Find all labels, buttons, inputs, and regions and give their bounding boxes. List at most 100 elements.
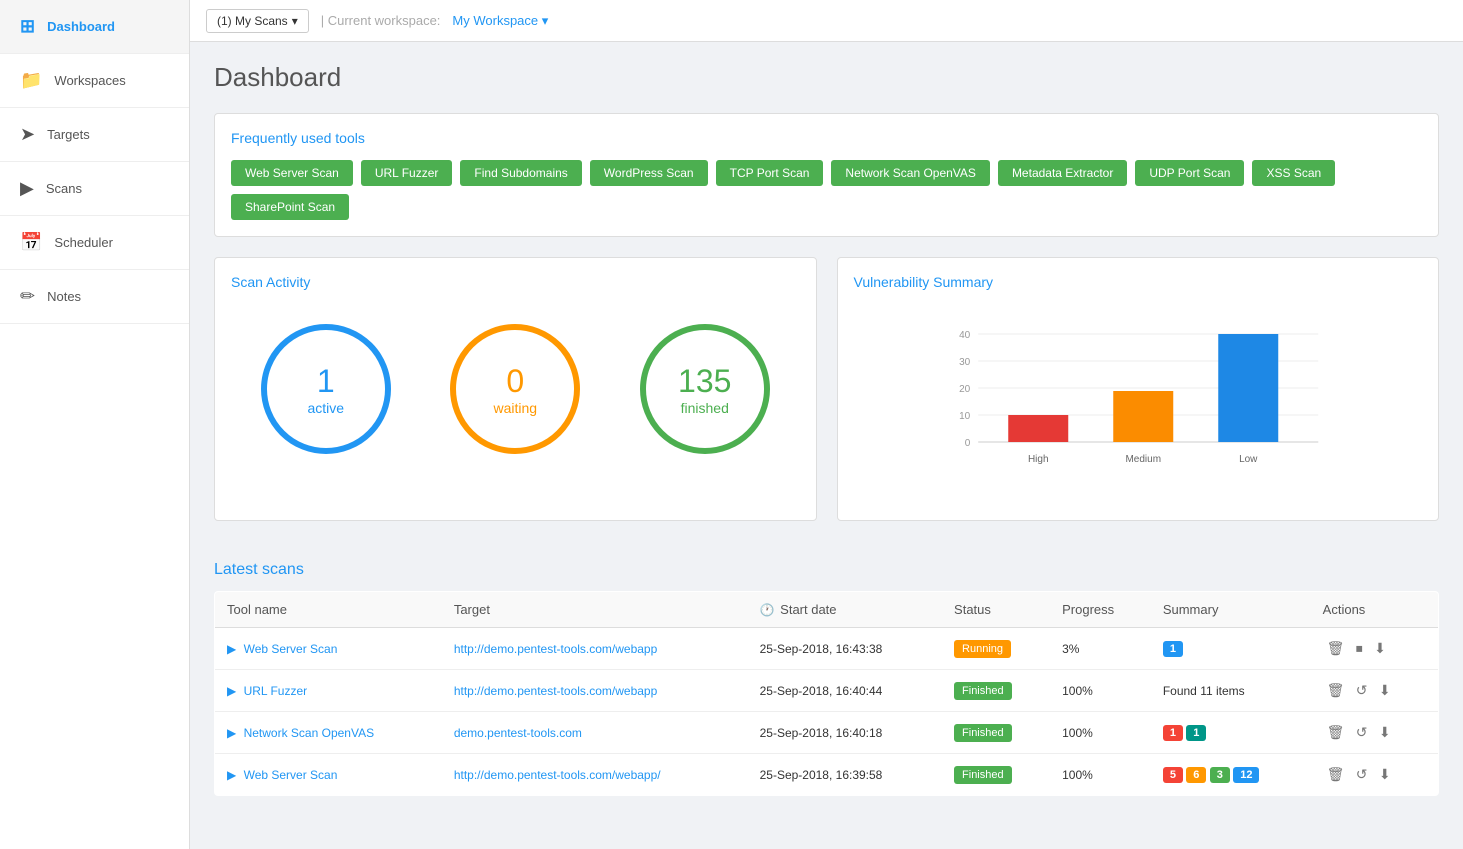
restart-button[interactable]: ↺ xyxy=(1352,764,1372,785)
target-link[interactable]: http://demo.pentest-tools.com/webapp xyxy=(454,642,657,656)
delete-button[interactable]: 🗑 xyxy=(1323,764,1349,785)
workspace-dropdown-icon: ▾ xyxy=(542,13,549,28)
svg-text:40: 40 xyxy=(959,330,971,341)
play-icon: ▶ xyxy=(227,684,236,698)
start-date-cell: 25-Sep-2018, 16:39:58 xyxy=(748,754,942,796)
tool-button-url-fuzzer[interactable]: URL Fuzzer xyxy=(361,160,453,186)
workspaces-icon: 📁 xyxy=(20,70,42,91)
frequently-used-card: Frequently used tools Web Server ScanURL… xyxy=(214,113,1439,237)
active-circle: 1 active xyxy=(261,324,391,454)
col-tool: Tool name xyxy=(215,592,442,628)
download-button[interactable]: ⬇ xyxy=(1375,680,1395,701)
waiting-circle: 0 waiting xyxy=(450,324,580,454)
download-button[interactable]: ⬇ xyxy=(1370,638,1390,659)
tool-link[interactable]: Web Server Scan xyxy=(244,642,338,656)
col-status: Status xyxy=(942,592,1050,628)
start-date-cell: 25-Sep-2018, 16:40:44 xyxy=(748,670,942,712)
tool-button-xss-scan[interactable]: XSS Scan xyxy=(1252,160,1335,186)
finished-circle-wrap: 135 finished xyxy=(640,324,770,454)
play-icon: ▶ xyxy=(227,768,236,782)
scans-table-head: Tool name Target 🕐 Start date Status Pro… xyxy=(215,592,1439,628)
dashboard-icon: ⊞ xyxy=(20,16,35,37)
status-cell: Finished xyxy=(942,712,1050,754)
sidebar-label-dashboard: Dashboard xyxy=(47,19,115,34)
table-row: ▶ Web Server Scan http://demo.pentest-to… xyxy=(215,628,1439,670)
sidebar-label-scans: Scans xyxy=(46,181,82,196)
scans-table: Tool name Target 🕐 Start date Status Pro… xyxy=(214,591,1439,796)
medium-bar xyxy=(1113,391,1173,442)
tool-link[interactable]: Web Server Scan xyxy=(244,768,338,782)
targets-icon: ➤ xyxy=(20,124,35,145)
target-link[interactable]: http://demo.pentest-tools.com/webapp/ xyxy=(454,768,661,782)
tool-link[interactable]: URL Fuzzer xyxy=(244,684,308,698)
svg-text:20: 20 xyxy=(959,384,971,395)
status-badge: Running xyxy=(954,640,1011,658)
tool-button-web-server-scan[interactable]: Web Server Scan xyxy=(231,160,353,186)
summary-badge: 1 xyxy=(1163,641,1183,657)
workspace-link[interactable]: My Workspace ▾ xyxy=(452,13,548,29)
status-cell: Running xyxy=(942,628,1050,670)
tool-button-tcp-port-scan[interactable]: TCP Port Scan xyxy=(716,160,824,186)
status-badge: Finished xyxy=(954,724,1012,742)
sidebar-item-workspaces[interactable]: 📁 Workspaces xyxy=(0,54,189,108)
target-link[interactable]: http://demo.pentest-tools.com/webapp xyxy=(454,684,657,698)
svg-text:Low: Low xyxy=(1239,454,1258,465)
delete-button[interactable]: 🗑 xyxy=(1323,638,1349,659)
col-target: Target xyxy=(442,592,748,628)
status-badge: Finished xyxy=(954,682,1012,700)
scans-icon: ▶ xyxy=(20,178,34,199)
my-scans-label: (1) My Scans xyxy=(217,14,288,28)
waiting-circle-wrap: 0 waiting xyxy=(450,324,580,454)
download-button[interactable]: ⬇ xyxy=(1375,764,1395,785)
bar-chart: 40 30 20 10 0 High Medium xyxy=(874,314,1403,494)
sidebar-item-dashboard[interactable]: ⊞ Dashboard xyxy=(0,0,189,54)
sidebar-label-workspaces: Workspaces xyxy=(54,73,125,88)
sidebar-item-scans[interactable]: ▶ Scans xyxy=(0,162,189,216)
sidebar-item-notes[interactable]: ✏ Notes xyxy=(0,270,189,324)
svg-text:30: 30 xyxy=(959,357,971,368)
tool-button-metadata-extractor[interactable]: Metadata Extractor xyxy=(998,160,1127,186)
actions-cell: 🗑 ↺ ⬇ xyxy=(1311,712,1439,754)
summary-cell: Found 11 items xyxy=(1151,670,1311,712)
col-date: 🕐 Start date xyxy=(748,592,942,628)
start-date-cell: 25-Sep-2018, 16:40:18 xyxy=(748,712,942,754)
stop-button[interactable]: ⏹ xyxy=(1352,638,1367,659)
target-cell: demo.pentest-tools.com xyxy=(442,712,748,754)
tool-link[interactable]: Network Scan OpenVAS xyxy=(244,726,375,740)
vulnerability-summary-card: Vulnerability Summary 40 30 20 10 0 xyxy=(837,257,1440,521)
tool-button-network-scan-openvas[interactable]: Network Scan OpenVAS xyxy=(831,160,990,186)
svg-text:Medium: Medium xyxy=(1125,454,1161,465)
active-label: active xyxy=(307,400,344,416)
delete-button[interactable]: 🗑 xyxy=(1323,722,1349,743)
my-scans-button[interactable]: (1) My Scans ▾ xyxy=(206,9,309,33)
vuln-summary-title: Vulnerability Summary xyxy=(854,274,1423,290)
main-area: (1) My Scans ▾ | Current workspace: My W… xyxy=(190,0,1463,849)
progress-cell: 100% xyxy=(1050,754,1151,796)
sidebar: ⊞ Dashboard 📁 Workspaces ➤ Targets ▶ Sca… xyxy=(0,0,190,849)
status-badge: Finished xyxy=(954,766,1012,784)
status-cell: Finished xyxy=(942,754,1050,796)
sidebar-item-scheduler[interactable]: 📅 Scheduler xyxy=(0,216,189,270)
delete-button[interactable]: 🗑 xyxy=(1323,680,1349,701)
sidebar-label-notes: Notes xyxy=(47,289,81,304)
summary-badge: 6 xyxy=(1186,767,1206,783)
tool-name: ▶ Network Scan OpenVAS xyxy=(215,712,442,754)
download-button[interactable]: ⬇ xyxy=(1375,722,1395,743)
tool-button-sharepoint-scan[interactable]: SharePoint Scan xyxy=(231,194,349,220)
target-link[interactable]: demo.pentest-tools.com xyxy=(454,726,582,740)
tool-button-udp-port-scan[interactable]: UDP Port Scan xyxy=(1135,160,1244,186)
restart-button[interactable]: ↺ xyxy=(1352,680,1372,701)
tool-button-find-subdomains[interactable]: Find Subdomains xyxy=(460,160,581,186)
waiting-count: 0 xyxy=(506,363,524,400)
sidebar-item-targets[interactable]: ➤ Targets xyxy=(0,108,189,162)
progress-cell: 3% xyxy=(1050,628,1151,670)
progress-cell: 100% xyxy=(1050,712,1151,754)
tool-name: ▶ Web Server Scan xyxy=(215,628,442,670)
restart-button[interactable]: ↺ xyxy=(1352,722,1372,743)
summary-cell: 5 6 3 12 xyxy=(1151,754,1311,796)
svg-text:10: 10 xyxy=(959,411,971,422)
tool-button-wordpress-scan[interactable]: WordPress Scan xyxy=(590,160,708,186)
content-area: Dashboard Frequently used tools Web Serv… xyxy=(190,42,1463,849)
waiting-label: waiting xyxy=(493,400,537,416)
table-row: ▶ Network Scan OpenVAS demo.pentest-tool… xyxy=(215,712,1439,754)
